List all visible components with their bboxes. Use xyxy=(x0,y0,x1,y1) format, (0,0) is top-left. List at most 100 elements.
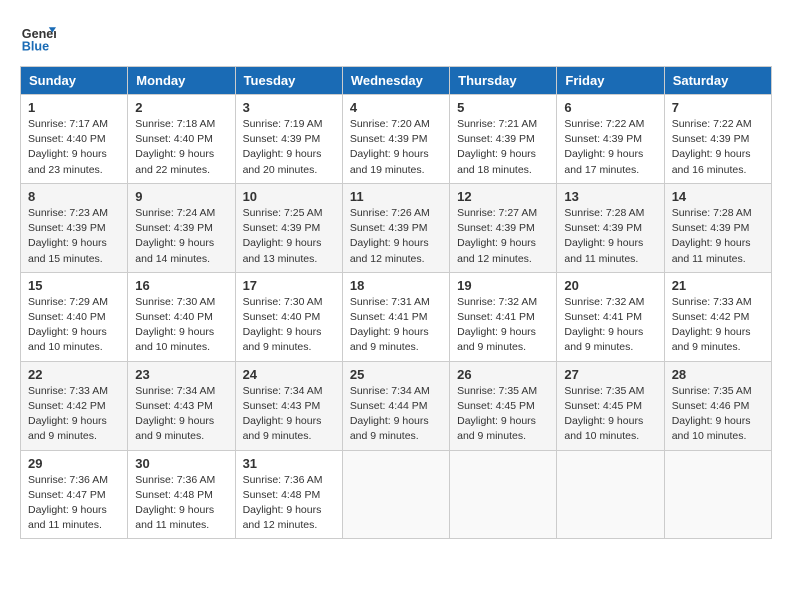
day-number: 12 xyxy=(457,189,549,204)
day-detail: Sunrise: 7:21 AMSunset: 4:39 PMDaylight:… xyxy=(457,118,537,176)
day-number: 3 xyxy=(243,100,335,115)
day-detail: Sunrise: 7:20 AMSunset: 4:39 PMDaylight:… xyxy=(350,118,430,176)
day-number: 1 xyxy=(28,100,120,115)
day-number: 13 xyxy=(564,189,656,204)
day-number: 24 xyxy=(243,367,335,382)
day-detail: Sunrise: 7:17 AMSunset: 4:40 PMDaylight:… xyxy=(28,118,108,176)
day-detail: Sunrise: 7:28 AMSunset: 4:39 PMDaylight:… xyxy=(672,207,752,265)
calendar-cell: 23 Sunrise: 7:34 AMSunset: 4:43 PMDaylig… xyxy=(128,361,235,450)
day-detail: Sunrise: 7:35 AMSunset: 4:45 PMDaylight:… xyxy=(457,385,537,443)
day-detail: Sunrise: 7:30 AMSunset: 4:40 PMDaylight:… xyxy=(135,296,215,354)
logo: General Blue xyxy=(20,20,56,56)
page-header: General Blue xyxy=(20,20,772,56)
day-detail: Sunrise: 7:32 AMSunset: 4:41 PMDaylight:… xyxy=(457,296,537,354)
calendar-cell: 29 Sunrise: 7:36 AMSunset: 4:47 PMDaylig… xyxy=(21,450,128,539)
calendar-cell: 25 Sunrise: 7:34 AMSunset: 4:44 PMDaylig… xyxy=(342,361,449,450)
weekday-header-sunday: Sunday xyxy=(21,67,128,95)
day-number: 19 xyxy=(457,278,549,293)
day-number: 25 xyxy=(350,367,442,382)
day-number: 28 xyxy=(672,367,764,382)
calendar-cell: 26 Sunrise: 7:35 AMSunset: 4:45 PMDaylig… xyxy=(450,361,557,450)
calendar-table: SundayMondayTuesdayWednesdayThursdayFrid… xyxy=(20,66,772,539)
calendar-cell: 30 Sunrise: 7:36 AMSunset: 4:48 PMDaylig… xyxy=(128,450,235,539)
day-detail: Sunrise: 7:19 AMSunset: 4:39 PMDaylight:… xyxy=(243,118,323,176)
day-number: 2 xyxy=(135,100,227,115)
day-number: 14 xyxy=(672,189,764,204)
calendar-cell: 27 Sunrise: 7:35 AMSunset: 4:45 PMDaylig… xyxy=(557,361,664,450)
day-number: 10 xyxy=(243,189,335,204)
day-number: 22 xyxy=(28,367,120,382)
weekday-header-thursday: Thursday xyxy=(450,67,557,95)
day-number: 23 xyxy=(135,367,227,382)
calendar-cell: 6 Sunrise: 7:22 AMSunset: 4:39 PMDayligh… xyxy=(557,95,664,184)
calendar-cell xyxy=(450,450,557,539)
calendar-cell: 12 Sunrise: 7:27 AMSunset: 4:39 PMDaylig… xyxy=(450,183,557,272)
day-detail: Sunrise: 7:36 AMSunset: 4:48 PMDaylight:… xyxy=(135,474,215,532)
day-detail: Sunrise: 7:24 AMSunset: 4:39 PMDaylight:… xyxy=(135,207,215,265)
calendar-cell: 20 Sunrise: 7:32 AMSunset: 4:41 PMDaylig… xyxy=(557,272,664,361)
day-detail: Sunrise: 7:18 AMSunset: 4:40 PMDaylight:… xyxy=(135,118,215,176)
svg-text:Blue: Blue xyxy=(22,40,49,54)
calendar-cell: 8 Sunrise: 7:23 AMSunset: 4:39 PMDayligh… xyxy=(21,183,128,272)
day-number: 6 xyxy=(564,100,656,115)
calendar-cell: 28 Sunrise: 7:35 AMSunset: 4:46 PMDaylig… xyxy=(664,361,771,450)
weekday-header-saturday: Saturday xyxy=(664,67,771,95)
day-number: 26 xyxy=(457,367,549,382)
calendar-cell: 3 Sunrise: 7:19 AMSunset: 4:39 PMDayligh… xyxy=(235,95,342,184)
day-detail: Sunrise: 7:28 AMSunset: 4:39 PMDaylight:… xyxy=(564,207,644,265)
calendar-cell: 1 Sunrise: 7:17 AMSunset: 4:40 PMDayligh… xyxy=(21,95,128,184)
calendar-cell: 17 Sunrise: 7:30 AMSunset: 4:40 PMDaylig… xyxy=(235,272,342,361)
day-number: 5 xyxy=(457,100,549,115)
day-detail: Sunrise: 7:34 AMSunset: 4:44 PMDaylight:… xyxy=(350,385,430,443)
day-number: 30 xyxy=(135,456,227,471)
calendar-cell: 7 Sunrise: 7:22 AMSunset: 4:39 PMDayligh… xyxy=(664,95,771,184)
calendar-cell: 11 Sunrise: 7:26 AMSunset: 4:39 PMDaylig… xyxy=(342,183,449,272)
day-number: 16 xyxy=(135,278,227,293)
day-detail: Sunrise: 7:36 AMSunset: 4:48 PMDaylight:… xyxy=(243,474,323,532)
day-number: 4 xyxy=(350,100,442,115)
day-detail: Sunrise: 7:36 AMSunset: 4:47 PMDaylight:… xyxy=(28,474,108,532)
weekday-header-monday: Monday xyxy=(128,67,235,95)
day-number: 29 xyxy=(28,456,120,471)
day-number: 17 xyxy=(243,278,335,293)
calendar-cell: 22 Sunrise: 7:33 AMSunset: 4:42 PMDaylig… xyxy=(21,361,128,450)
calendar-cell: 16 Sunrise: 7:30 AMSunset: 4:40 PMDaylig… xyxy=(128,272,235,361)
day-detail: Sunrise: 7:27 AMSunset: 4:39 PMDaylight:… xyxy=(457,207,537,265)
day-detail: Sunrise: 7:29 AMSunset: 4:40 PMDaylight:… xyxy=(28,296,108,354)
day-number: 8 xyxy=(28,189,120,204)
day-detail: Sunrise: 7:25 AMSunset: 4:39 PMDaylight:… xyxy=(243,207,323,265)
day-number: 21 xyxy=(672,278,764,293)
day-number: 20 xyxy=(564,278,656,293)
weekday-header-wednesday: Wednesday xyxy=(342,67,449,95)
calendar-cell: 24 Sunrise: 7:34 AMSunset: 4:43 PMDaylig… xyxy=(235,361,342,450)
calendar-cell: 31 Sunrise: 7:36 AMSunset: 4:48 PMDaylig… xyxy=(235,450,342,539)
day-detail: Sunrise: 7:22 AMSunset: 4:39 PMDaylight:… xyxy=(672,118,752,176)
day-detail: Sunrise: 7:22 AMSunset: 4:39 PMDaylight:… xyxy=(564,118,644,176)
day-detail: Sunrise: 7:33 AMSunset: 4:42 PMDaylight:… xyxy=(672,296,752,354)
calendar-cell: 15 Sunrise: 7:29 AMSunset: 4:40 PMDaylig… xyxy=(21,272,128,361)
day-detail: Sunrise: 7:32 AMSunset: 4:41 PMDaylight:… xyxy=(564,296,644,354)
calendar-cell: 10 Sunrise: 7:25 AMSunset: 4:39 PMDaylig… xyxy=(235,183,342,272)
calendar-cell: 4 Sunrise: 7:20 AMSunset: 4:39 PMDayligh… xyxy=(342,95,449,184)
day-detail: Sunrise: 7:34 AMSunset: 4:43 PMDaylight:… xyxy=(243,385,323,443)
day-number: 15 xyxy=(28,278,120,293)
day-detail: Sunrise: 7:34 AMSunset: 4:43 PMDaylight:… xyxy=(135,385,215,443)
day-number: 7 xyxy=(672,100,764,115)
day-detail: Sunrise: 7:35 AMSunset: 4:46 PMDaylight:… xyxy=(672,385,752,443)
day-number: 31 xyxy=(243,456,335,471)
day-detail: Sunrise: 7:23 AMSunset: 4:39 PMDaylight:… xyxy=(28,207,108,265)
day-number: 11 xyxy=(350,189,442,204)
calendar-cell: 2 Sunrise: 7:18 AMSunset: 4:40 PMDayligh… xyxy=(128,95,235,184)
calendar-cell xyxy=(557,450,664,539)
calendar-cell: 19 Sunrise: 7:32 AMSunset: 4:41 PMDaylig… xyxy=(450,272,557,361)
day-detail: Sunrise: 7:26 AMSunset: 4:39 PMDaylight:… xyxy=(350,207,430,265)
day-number: 9 xyxy=(135,189,227,204)
weekday-header-friday: Friday xyxy=(557,67,664,95)
calendar-cell xyxy=(664,450,771,539)
day-detail: Sunrise: 7:35 AMSunset: 4:45 PMDaylight:… xyxy=(564,385,644,443)
calendar-cell: 21 Sunrise: 7:33 AMSunset: 4:42 PMDaylig… xyxy=(664,272,771,361)
day-number: 18 xyxy=(350,278,442,293)
calendar-cell: 5 Sunrise: 7:21 AMSunset: 4:39 PMDayligh… xyxy=(450,95,557,184)
weekday-header-tuesday: Tuesday xyxy=(235,67,342,95)
calendar-cell: 14 Sunrise: 7:28 AMSunset: 4:39 PMDaylig… xyxy=(664,183,771,272)
